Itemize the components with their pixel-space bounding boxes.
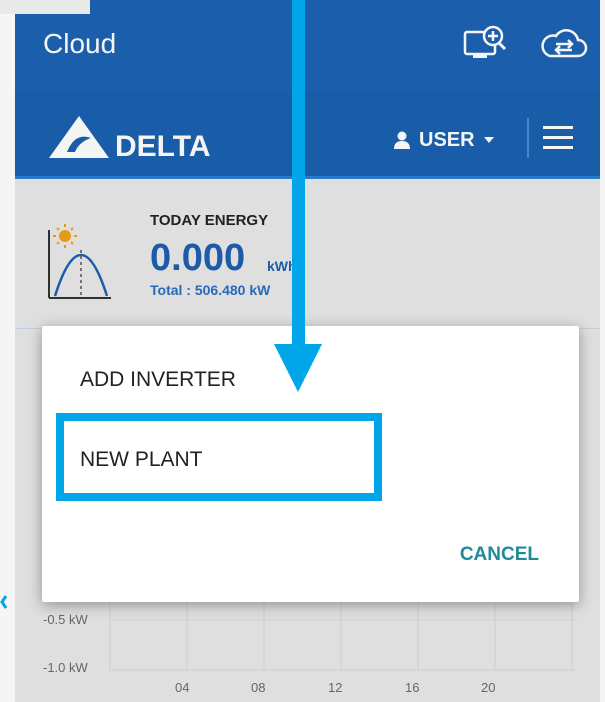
add-inverter-option[interactable]: ADD INVERTER (80, 368, 236, 392)
cancel-button[interactable]: CANCEL (460, 544, 539, 566)
highlight-box (56, 413, 382, 501)
